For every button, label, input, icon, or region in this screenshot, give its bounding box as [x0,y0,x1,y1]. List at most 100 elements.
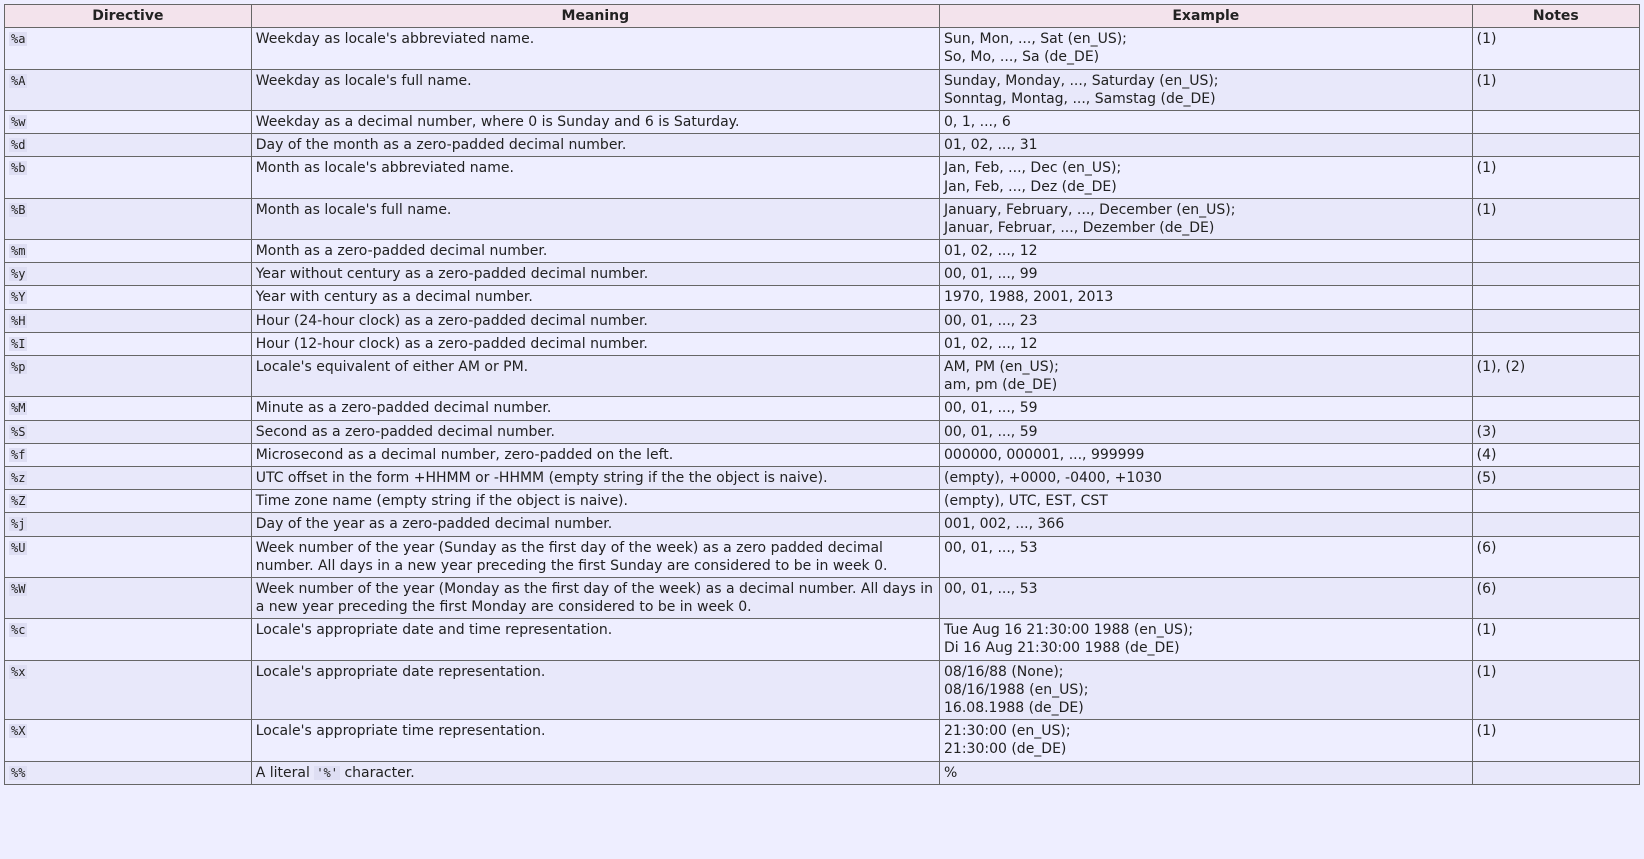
cell-meaning: Month as a zero-padded decimal number. [251,240,939,263]
table-row: %wWeekday as a decimal number, where 0 i… [5,110,1640,133]
cell-meaning: Weekday as locale's full name. [251,69,939,110]
directive-code: %p [9,360,27,374]
cell-example: 01, 02, ..., 12 [940,240,1473,263]
cell-example: January, February, ..., December (en_US)… [940,198,1473,239]
cell-example: 00, 01, ..., 99 [940,263,1473,286]
directive-code: %Y [9,290,27,304]
cell-directive: %z [5,466,252,489]
cell-example: 1970, 1988, 2001, 2013 [940,286,1473,309]
cell-meaning: Hour (12-hour clock) as a zero-padded de… [251,332,939,355]
table-row: %yYear without century as a zero-padded … [5,263,1640,286]
cell-example: Sunday, Monday, ..., Saturday (en_US); S… [940,69,1473,110]
cell-example: AM, PM (en_US); am, pm (de_DE) [940,356,1473,397]
cell-meaning: Hour (24-hour clock) as a zero-padded de… [251,309,939,332]
cell-directive: %Y [5,286,252,309]
cell-directive: %c [5,619,252,660]
cell-example: Tue Aug 16 21:30:00 1988 (en_US); Di 16 … [940,619,1473,660]
cell-directive: %m [5,240,252,263]
cell-notes [1472,397,1639,420]
cell-example: 00, 01, ..., 53 [940,536,1473,577]
cell-directive: %f [5,443,252,466]
cell-meaning: Year with century as a decimal number. [251,286,939,309]
cell-meaning: Locale's appropriate date representation… [251,660,939,720]
cell-example: 0, 1, ..., 6 [940,110,1473,133]
cell-meaning: A literal '%' character. [251,761,939,784]
cell-meaning: Minute as a zero-padded decimal number. [251,397,939,420]
cell-directive: %Z [5,490,252,513]
strftime-directives-table: Directive Meaning Example Notes %aWeekda… [4,4,1640,785]
cell-directive: %w [5,110,252,133]
header-directive: Directive [5,5,252,28]
header-meaning: Meaning [251,5,939,28]
cell-example: (empty), +0000, -0400, +1030 [940,466,1473,489]
cell-example: % [940,761,1473,784]
table-row: %m Month as a zero-padded decimal number.… [5,240,1640,263]
table-row: %BMonth as locale's full name.January, F… [5,198,1640,239]
directive-code: %c [9,623,27,637]
table-row: %pLocale's equivalent of either AM or PM… [5,356,1640,397]
table-row: %xLocale's appropriate date representati… [5,660,1640,720]
cell-directive: %b [5,157,252,198]
cell-example: 001, 002, ..., 366 [940,513,1473,536]
cell-notes: (5) [1472,466,1639,489]
table-row: %XLocale's appropriate time representati… [5,720,1640,761]
directive-code: %A [9,74,27,88]
cell-example: (empty), UTC, EST, CST [940,490,1473,513]
cell-example: 000000, 000001, ..., 999999 [940,443,1473,466]
cell-example: 00, 01, ..., 23 [940,309,1473,332]
cell-directive: %% [5,761,252,784]
cell-directive: %B [5,198,252,239]
table-row: %WWeek number of the year (Monday as the… [5,577,1640,618]
cell-meaning: Time zone name (empty string if the obje… [251,490,939,513]
cell-notes [1472,134,1639,157]
cell-meaning: Weekday as locale's abbreviated name. [251,28,939,69]
meaning-text: A literal [256,765,315,781]
cell-directive: %A [5,69,252,110]
cell-meaning: Year without century as a zero-padded de… [251,263,939,286]
cell-directive: %j [5,513,252,536]
cell-meaning: Microsecond as a decimal number, zero-pa… [251,443,939,466]
table-row: %bMonth as locale's abbreviated name.Jan… [5,157,1640,198]
table-row: %SSecond as a zero-padded decimal number… [5,420,1640,443]
cell-directive: %a [5,28,252,69]
cell-meaning: Week number of the year (Sunday as the f… [251,536,939,577]
header-example: Example [940,5,1473,28]
directive-code: %H [9,314,27,328]
cell-directive: %W [5,577,252,618]
cell-example: 01, 02, ..., 31 [940,134,1473,157]
table-row: %jDay of the year as a zero-padded decim… [5,513,1640,536]
cell-meaning: Day of the month as a zero-padded decima… [251,134,939,157]
header-notes: Notes [1472,5,1639,28]
cell-directive: %M [5,397,252,420]
cell-notes: (3) [1472,420,1639,443]
meaning-text: character. [340,765,415,781]
cell-notes: (1), (2) [1472,356,1639,397]
cell-meaning: UTC offset in the form +HHMM or -HHMM (e… [251,466,939,489]
directive-code: %d [9,138,27,152]
cell-notes: (1) [1472,660,1639,720]
cell-notes: (6) [1472,536,1639,577]
cell-notes [1472,286,1639,309]
table-row: %fMicrosecond as a decimal number, zero-… [5,443,1640,466]
directive-code: %U [9,541,27,555]
cell-notes [1472,513,1639,536]
directive-code: %m [9,244,27,258]
directive-code: %B [9,203,27,217]
cell-notes: (6) [1472,577,1639,618]
cell-example: 01, 02, ..., 12 [940,332,1473,355]
cell-notes [1472,761,1639,784]
directive-code: %W [9,582,27,596]
cell-directive: %d [5,134,252,157]
cell-example: 00, 01, ..., 53 [940,577,1473,618]
cell-directive: %y [5,263,252,286]
directive-code: %Z [9,494,27,508]
table-header-row: Directive Meaning Example Notes [5,5,1640,28]
cell-example: 21:30:00 (en_US); 21:30:00 (de_DE) [940,720,1473,761]
table-row: %A Weekday as locale's full name.Sunday, … [5,69,1640,110]
directive-code: %w [9,115,27,129]
cell-directive: %S [5,420,252,443]
cell-meaning: Second as a zero-padded decimal number. [251,420,939,443]
cell-notes: (1) [1472,198,1639,239]
table-row: %IHour (12-hour clock) as a zero-padded … [5,332,1640,355]
cell-notes [1472,263,1639,286]
